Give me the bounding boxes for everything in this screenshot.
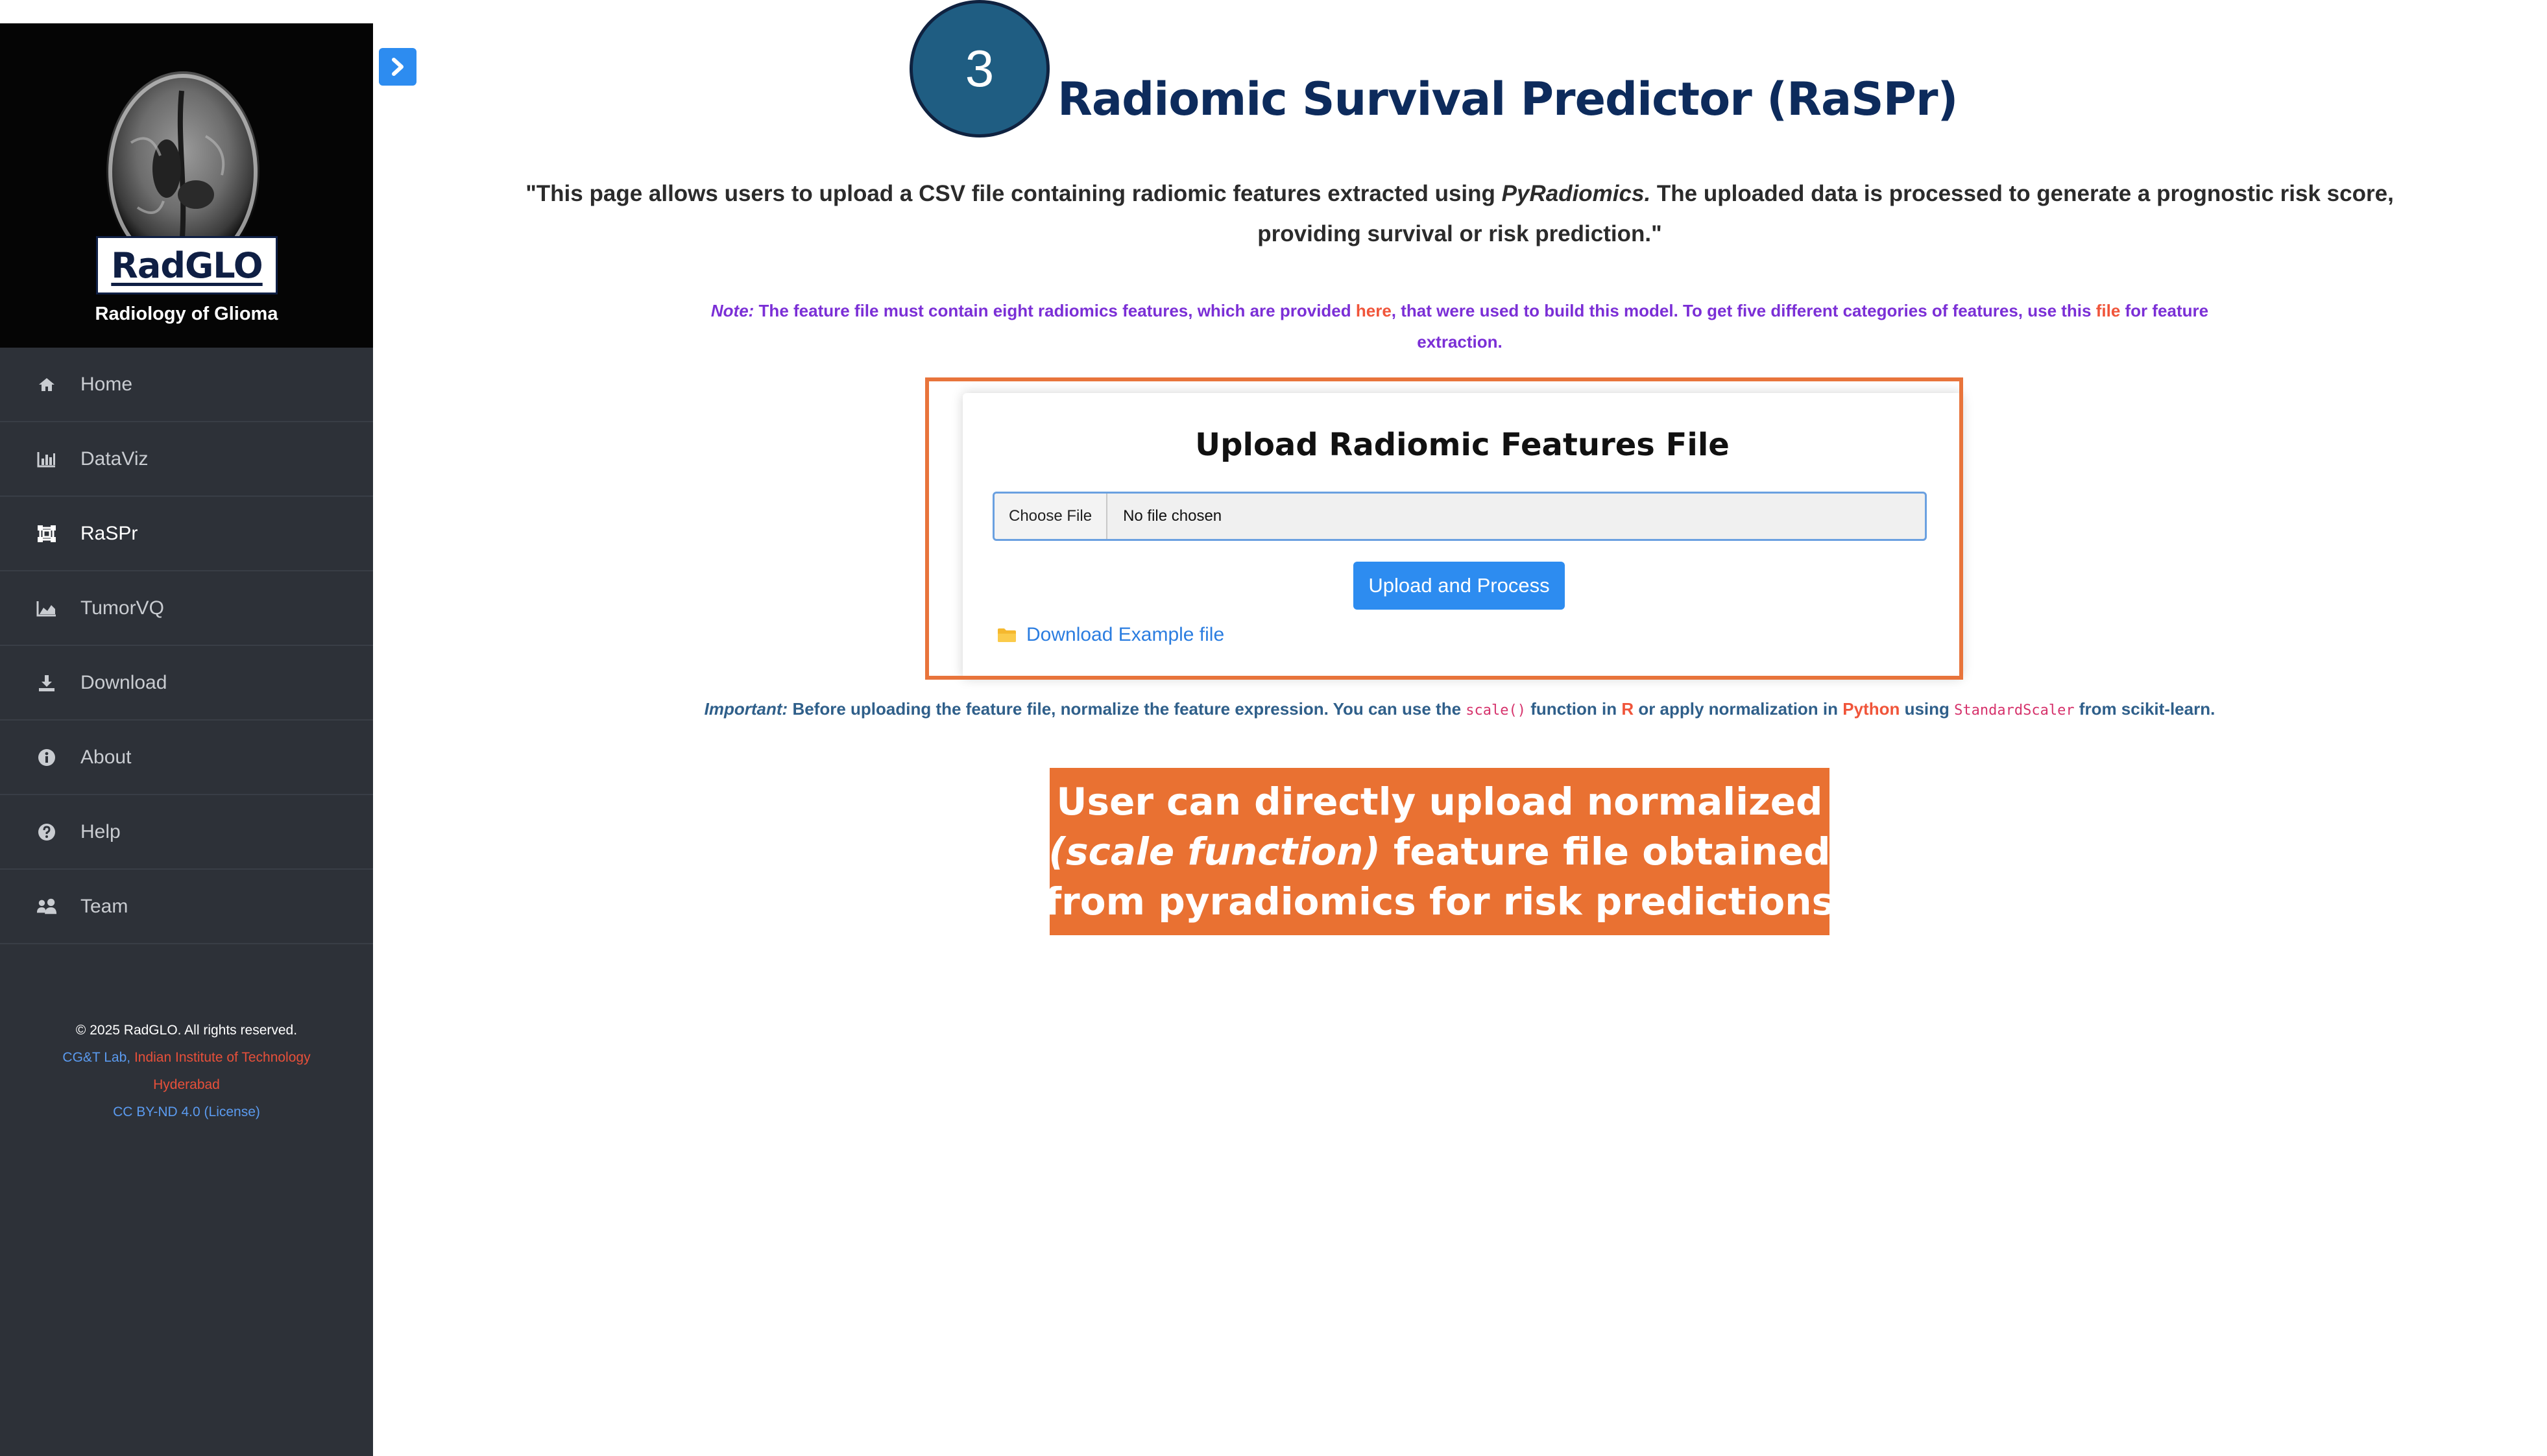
- scale-code: scale(): [1466, 702, 1526, 719]
- standardscaler-code: StandardScaler: [1954, 702, 2075, 719]
- copyright-text: © 2025 RadGLO. All rights reserved.: [75, 1023, 298, 1038]
- sidebar-item-home[interactable]: Home: [0, 348, 373, 422]
- important-part2: function in: [1526, 699, 1622, 719]
- area-chart-icon: [36, 598, 57, 619]
- intro-tool-name: PyRadiomics.: [1501, 181, 1651, 206]
- sidebar-item-dataviz[interactable]: DataViz: [0, 422, 373, 497]
- sidebar-item-label: TumorVQ: [80, 597, 164, 619]
- sidebar-item-label: About: [80, 746, 132, 768]
- sidebar-item-label: DataViz: [80, 448, 149, 470]
- sidebar-item-label: RaSPr: [80, 522, 138, 544]
- important-part1: Before uploading the feature file, norma…: [788, 699, 1466, 719]
- important-part4: using: [1900, 699, 1955, 719]
- important-part5: from scikit-learn.: [2074, 699, 2215, 719]
- radglo-logo[interactable]: RadGLO: [96, 236, 278, 294]
- callout-line-2: (scale function) feature file obtained: [1048, 827, 1830, 877]
- sidebar-item-label: Help: [80, 820, 121, 842]
- note-label: Note:: [710, 301, 754, 320]
- important-label: Important:: [704, 699, 788, 719]
- sidebar-footer: © 2025 RadGLO. All rights reserved. CG&T…: [0, 1017, 373, 1126]
- city-text: Hyderabad: [153, 1077, 220, 1092]
- sidebar-nav: Home DataViz RaSPr TumorVQ Download Abou…: [0, 348, 373, 944]
- intro-part1: "This page allows users to upload a CSV …: [525, 181, 1502, 206]
- important-text: Important: Before uploading the feature …: [675, 699, 2245, 719]
- sidebar-item-label: Download: [80, 671, 167, 693]
- license-link[interactable]: CC BY-ND 4.0 (License): [0, 1099, 373, 1126]
- note-part2: , that were used to build this model. To…: [1391, 301, 2096, 320]
- sidebar: RadGLO Radiology of Glioma Home DataViz …: [0, 23, 373, 1456]
- note-text: Note: The feature file must contain eigh…: [675, 295, 2245, 357]
- python-lang: Python: [1842, 699, 1900, 719]
- sidebar-item-label: Team: [80, 895, 128, 917]
- bar-chart-icon: [36, 449, 57, 470]
- question-icon: [36, 822, 57, 842]
- network-icon: [36, 523, 57, 544]
- home-icon: [36, 374, 57, 395]
- sidebar-item-tumorvq[interactable]: TumorVQ: [0, 571, 373, 646]
- sidebar-item-label: Home: [80, 373, 133, 395]
- extraction-file-link[interactable]: file: [2096, 301, 2121, 320]
- info-icon: [36, 747, 57, 768]
- features-here-link[interactable]: here: [1356, 301, 1392, 320]
- callout-line-2-rest: feature file obtained: [1380, 829, 1831, 874]
- callout-line-3: from pyradiomics for risk predictions: [1044, 879, 1835, 924]
- note-part1: The feature file must contain eight radi…: [754, 301, 1356, 320]
- sidebar-item-team[interactable]: Team: [0, 870, 373, 944]
- sidebar-toggle-button[interactable]: [379, 48, 416, 86]
- step-number-badge: 3: [910, 0, 1050, 137]
- page-title: Radiomic Survival Predictor (RaSPr): [1057, 73, 1958, 126]
- annotation-callout: User can directly upload normalized (sca…: [1045, 768, 1834, 935]
- sidebar-item-raspr[interactable]: RaSPr: [0, 497, 373, 571]
- sidebar-item-about[interactable]: About: [0, 721, 373, 795]
- users-icon: [36, 896, 57, 917]
- r-lang: R: [1621, 699, 1634, 719]
- chevron-right-icon: [392, 58, 404, 76]
- callout-line-1: User can directly upload normalized: [1056, 779, 1823, 824]
- sidebar-item-help[interactable]: Help: [0, 795, 373, 870]
- highlight-frame: [925, 377, 1963, 680]
- important-part3: or apply normalization in: [1634, 699, 1843, 719]
- brand-subtitle: Radiology of Glioma: [95, 304, 278, 324]
- callout-italic: (scale function): [1048, 829, 1381, 874]
- lab-link[interactable]: CG&T Lab,: [62, 1050, 130, 1065]
- institute-link[interactable]: Indian Institute of Technology: [134, 1050, 311, 1065]
- intro-text: "This page allows users to upload a CSV …: [480, 174, 2439, 254]
- logo-text: RadGLO: [111, 245, 263, 286]
- download-icon: [36, 673, 57, 693]
- sidebar-item-download[interactable]: Download: [0, 646, 373, 721]
- brand-header: RadGLO Radiology of Glioma: [0, 23, 373, 348]
